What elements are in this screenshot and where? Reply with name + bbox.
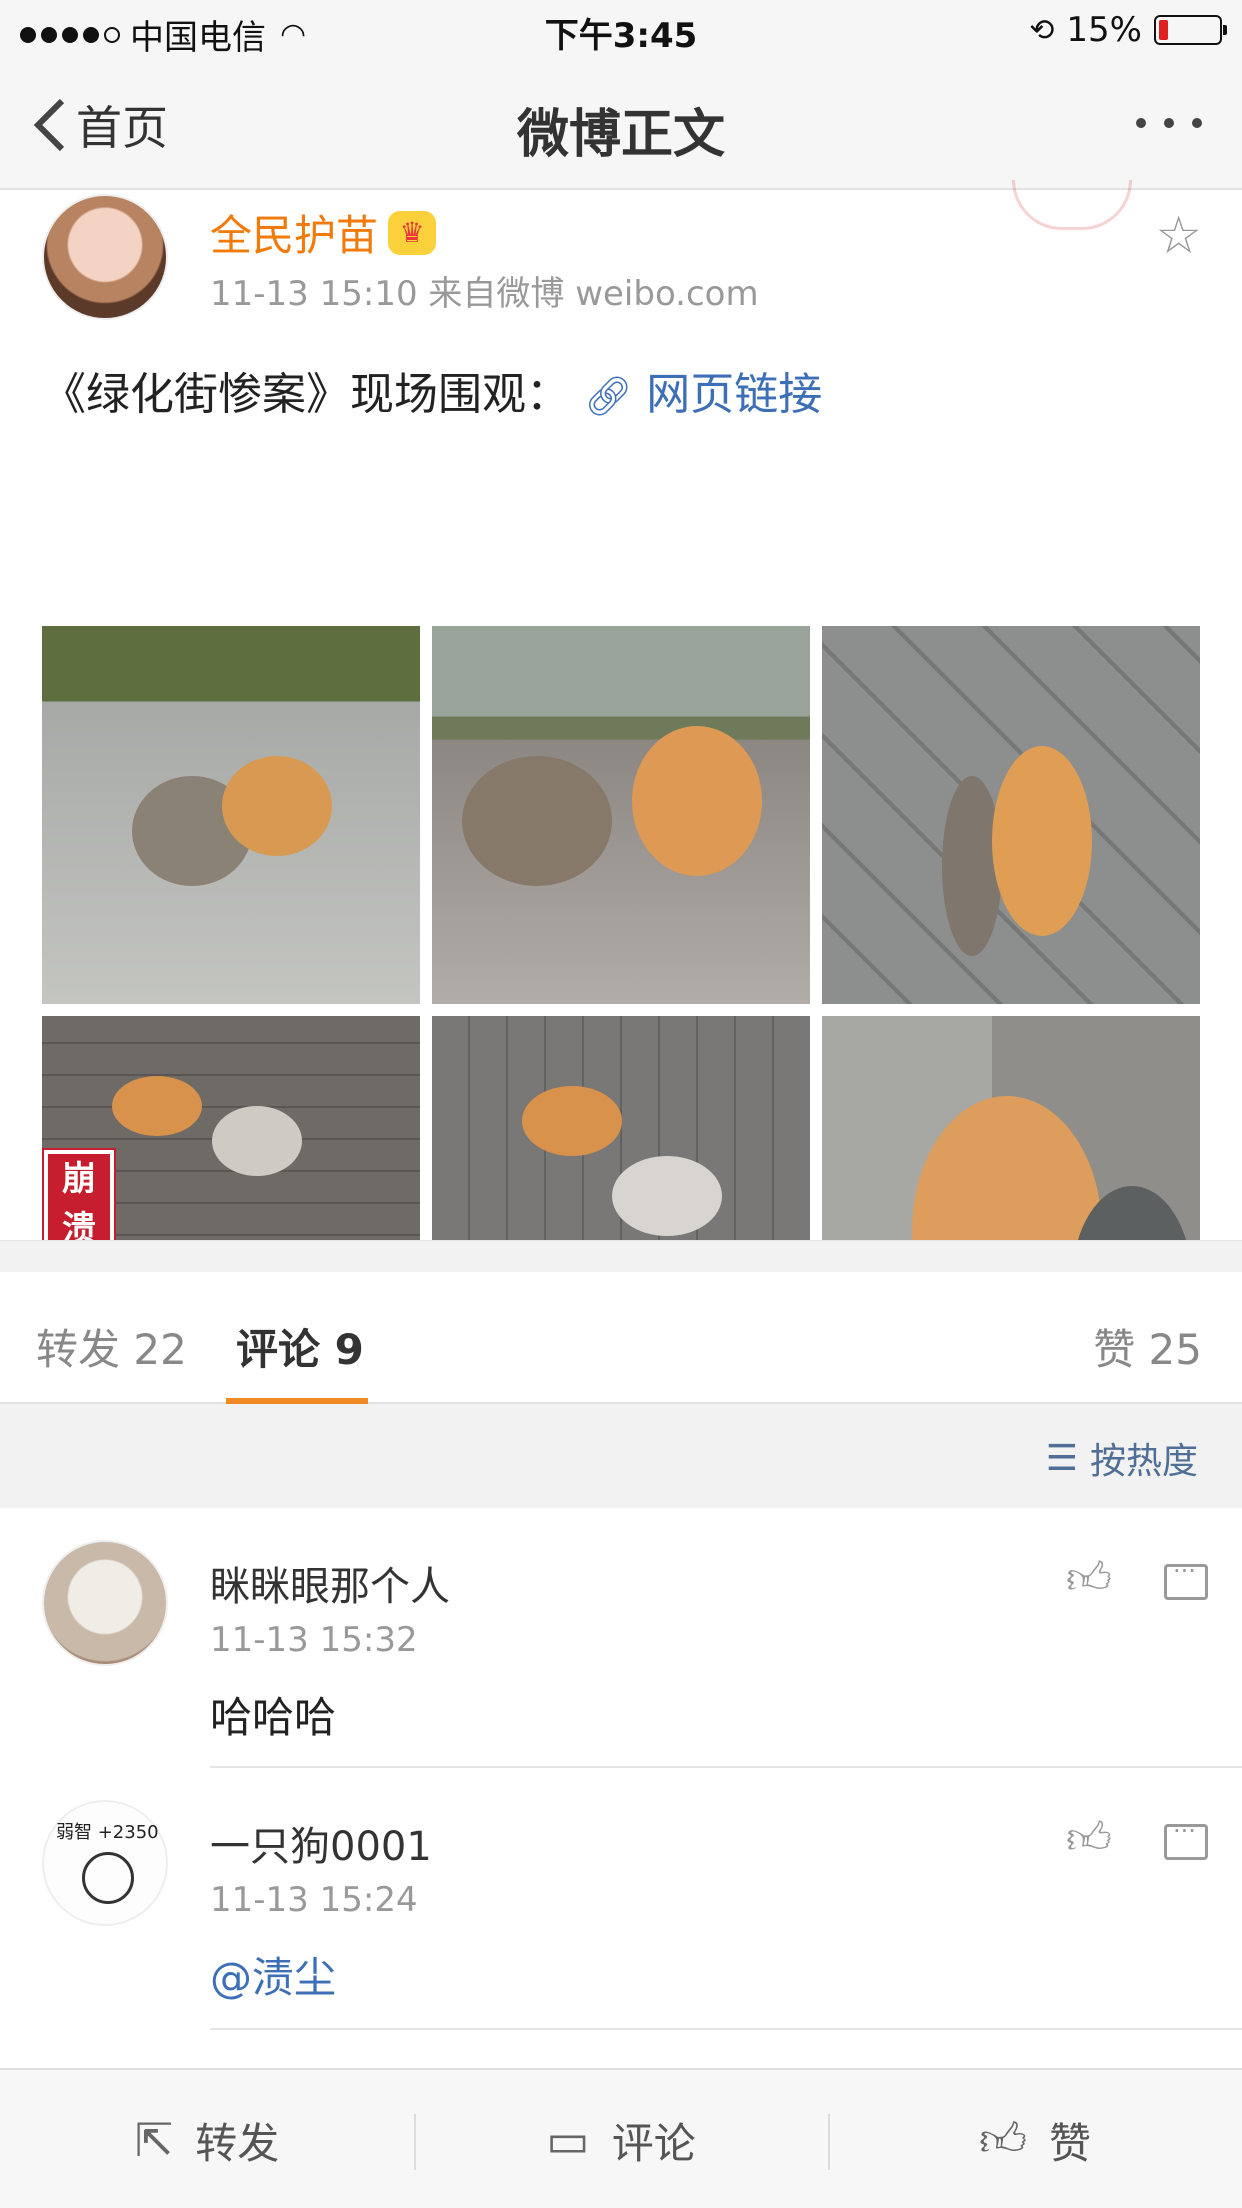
web-link[interactable]: 网页链接 (646, 369, 822, 420)
comment-time: 11-13 15:24 (210, 1880, 418, 1920)
page-title: 微博正文 (516, 105, 725, 165)
tab-comments[interactable]: 评论 9 (236, 1316, 364, 1377)
battery-icon (1154, 15, 1227, 45)
more-dot-icon (1136, 118, 1146, 128)
more-dot-icon (1164, 118, 1174, 128)
tab-repost[interactable]: 转发 22 (36, 1316, 187, 1377)
sort-label: 按热度 (1089, 1441, 1198, 1482)
more-dot-icon (1192, 118, 1202, 128)
post: 全民护苗 ♛ 11-13 15:10 来自微博 weibo.com ☆ 《绿化街… (0, 180, 1242, 1394)
battery-fill (1159, 20, 1168, 40)
post-body: 《绿化街惨案》现场围观： (42, 369, 570, 420)
sort-icon: ☰ (1045, 1437, 1078, 1479)
section-divider (0, 1240, 1242, 1272)
comment-reply-icon[interactable] (1164, 1817, 1208, 1860)
status-bar: 中国电信 ◠ 下午3:45 ⟲ 15% (0, 0, 1242, 62)
comment-like-icon[interactable]: 👍︎ (1066, 1812, 1112, 1865)
tab-likes[interactable]: 赞 25 (1093, 1316, 1202, 1377)
comment-reply-icon[interactable] (1164, 1557, 1208, 1600)
repost-label: 转发 (195, 2118, 280, 2168)
comment-mention[interactable]: @渍尘 (210, 1944, 336, 2005)
comment-divider (210, 2028, 1242, 2030)
sort-button[interactable]: ☰ 按热度 (1046, 1432, 1198, 1484)
comment-label: 评论 (611, 2118, 696, 2168)
interaction-tabs: 转发 22 评论 9 赞 25 (0, 1272, 1242, 1404)
status-right: ⟲ 15% (1029, 10, 1227, 50)
avatar[interactable] (42, 194, 168, 320)
meme-face-icon (82, 1852, 134, 1904)
stamp-char: 崩 (62, 1159, 96, 1199)
comment-icon: ▭ (546, 2113, 590, 2167)
photo-2[interactable] (432, 626, 810, 1004)
favorite-star-icon[interactable]: ☆ (1155, 206, 1202, 266)
photo-1[interactable] (42, 626, 420, 1004)
crown-badge-icon: ♛ (388, 210, 437, 255)
avatar-caption: 弱智 +2350 (56, 1822, 159, 1843)
comment-username[interactable]: 眯眯眼那个人 (210, 1554, 450, 1612)
comment-avatar[interactable]: 弱智 +2350 (42, 1800, 168, 1926)
comment-button[interactable]: ▭ 评论 (414, 2070, 828, 2208)
comment-item: 眯眯眼那个人 11-13 15:32 哈哈哈 👍︎ (0, 1508, 1242, 1768)
comment-text: 哈哈哈 (210, 1693, 337, 1742)
comment-item: 弱智 +2350 一只狗0001 11-13 15:24 @渍尘 👍︎ (0, 1768, 1242, 2030)
bottom-toolbar: ⇱ 转发 ▭ 评论 👍︎ 赞 (0, 2068, 1242, 2208)
share-icon: ⇱ (134, 2113, 174, 2167)
repost-button[interactable]: ⇱ 转发 (0, 2070, 414, 2208)
photo-3[interactable] (822, 626, 1200, 1004)
like-button[interactable]: 👍︎ 赞 (828, 2070, 1242, 2208)
like-label: 赞 (1049, 2118, 1092, 2168)
post-username[interactable]: 全民护苗 (210, 202, 378, 263)
post-text: 《绿化街惨案》现场围观： 🔗︎ 网页链接 (42, 358, 822, 422)
more-button[interactable] (1136, 118, 1202, 128)
sort-bar: ☰ 按热度 (0, 1404, 1242, 1508)
comment-avatar[interactable] (42, 1540, 168, 1666)
thumbs-up-icon: 👍︎ (978, 2112, 1028, 2166)
stamp-decoration-icon (1012, 180, 1132, 230)
rotation-lock-icon: ⟲ (1029, 12, 1055, 48)
post-author[interactable]: 全民护苗 ♛ (210, 202, 437, 263)
comment-time: 11-13 15:32 (210, 1620, 418, 1660)
link-icon[interactable]: 🔗︎ (584, 374, 632, 418)
navigation-bar: 首页 微博正文 (0, 62, 1242, 190)
comment-like-icon[interactable]: 👍︎ (1066, 1552, 1112, 1605)
comment-username[interactable]: 一只狗0001 (210, 1814, 432, 1872)
battery-percent: 15% (1066, 10, 1142, 50)
post-meta: 11-13 15:10 来自微博 weibo.com (210, 274, 759, 314)
